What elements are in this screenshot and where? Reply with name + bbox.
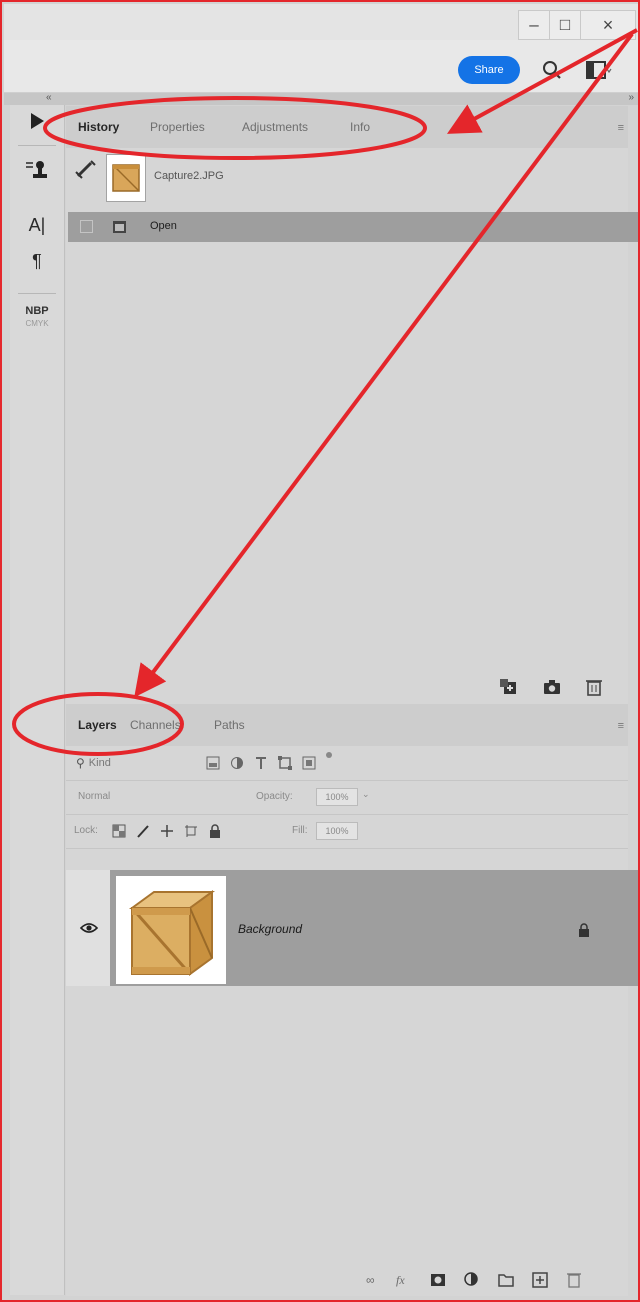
panel-collapse-bar: « »	[4, 92, 638, 105]
layer-style-fx-icon[interactable]: fx	[396, 1272, 405, 1288]
collapse-right-icon[interactable]: »	[628, 92, 634, 103]
history-brush-source-icon[interactable]	[74, 158, 98, 180]
tab-history[interactable]: History	[78, 120, 119, 134]
fill-field[interactable]: 100%	[316, 822, 358, 840]
play-action-icon[interactable]	[10, 111, 64, 131]
panel-menu-icon[interactable]: ≡	[618, 122, 624, 134]
layers-panel: Layers Channels Paths ≡ ⚲ Kind Normal Op…	[66, 704, 638, 1296]
search-icon[interactable]	[542, 60, 562, 80]
share-button[interactable]: Share	[458, 56, 520, 84]
lock-artboard-icon[interactable]	[184, 824, 198, 838]
lock-transparent-pixels-icon[interactable]	[112, 824, 126, 838]
close-button[interactable]: ×	[580, 10, 636, 40]
new-adjustment-layer-icon[interactable]	[464, 1272, 480, 1288]
opacity-label: Opacity:	[256, 791, 293, 802]
clone-stamp-icon[interactable]	[10, 159, 64, 181]
dock-divider	[18, 145, 56, 146]
maximize-button[interactable]: □	[549, 10, 581, 40]
filter-kind-dropdown[interactable]: ⚲ Kind	[76, 752, 172, 774]
camera-snapshot-icon[interactable]	[542, 678, 562, 696]
tab-layers[interactable]: Layers	[78, 718, 117, 732]
new-layer-icon[interactable]	[532, 1272, 548, 1288]
trash-icon[interactable]	[584, 678, 604, 696]
fill-label: Fill:	[292, 825, 308, 836]
history-tab-bar: History Properties Adjustments Info ≡	[66, 106, 628, 148]
tab-channels[interactable]: Channels	[130, 718, 181, 732]
title-bar: – □ ×	[4, 4, 638, 40]
type-filter-icon[interactable]	[254, 756, 268, 770]
search-icon: ⚲	[76, 756, 85, 770]
panel-menu-icon[interactable]: ≡	[618, 720, 624, 732]
collapse-left-icon[interactable]: «	[46, 92, 52, 103]
character-panel-icon[interactable]: A|	[10, 215, 64, 236]
tab-info[interactable]: Info	[350, 120, 370, 134]
filter-toggle-icon[interactable]	[324, 750, 334, 760]
dock-divider	[18, 293, 56, 294]
layers-footer: ∞ fx	[66, 1260, 628, 1296]
layer-name[interactable]: Background	[238, 922, 302, 936]
photoshop-window: – □ × Share « » A| ¶ NBP CMYK History Pr…	[0, 0, 640, 1302]
filter-kind-label: Kind	[88, 757, 111, 769]
snapshot-thumbnail	[106, 154, 146, 202]
pixel-filter-icon[interactable]	[206, 756, 220, 770]
lock-image-pixels-icon[interactable]	[136, 824, 150, 838]
new-group-folder-icon[interactable]	[498, 1272, 514, 1288]
top-toolbar: Share	[4, 40, 638, 93]
layers-tab-bar: Layers Channels Paths ≡	[66, 704, 628, 746]
window-controls: – □ ×	[518, 10, 636, 40]
lock-all-icon[interactable]	[208, 823, 222, 839]
layer-filter-row: ⚲ Kind	[66, 746, 628, 781]
history-footer	[66, 670, 628, 704]
trash-icon[interactable]	[566, 1272, 582, 1288]
history-step-label: Open	[150, 220, 177, 232]
layer-lock-icon[interactable]	[578, 922, 590, 938]
layer-thumbnail	[116, 876, 226, 984]
document-icon	[113, 221, 126, 233]
nbp-plugin-icon[interactable]: NBP	[10, 305, 64, 317]
nbp-cmyk-label: CMYK	[25, 319, 49, 328]
layer-visibility-column	[66, 870, 110, 986]
smart-object-filter-icon[interactable]	[302, 756, 316, 770]
lock-row: Lock: Fill: 100%	[66, 814, 628, 849]
lock-position-icon[interactable]	[160, 824, 174, 838]
lock-label: Lock:	[74, 825, 98, 836]
history-step-row[interactable]: Open	[68, 212, 638, 242]
minimize-button[interactable]: –	[518, 10, 550, 40]
history-snapshot-row[interactable]: Capture2.JPG	[66, 148, 628, 212]
adjustment-filter-icon[interactable]	[230, 756, 244, 770]
chevron-down-icon[interactable]: ⌄	[362, 789, 370, 800]
history-step-toggle[interactable]	[80, 220, 93, 233]
tab-properties[interactable]: Properties	[150, 120, 205, 134]
paragraph-panel-icon[interactable]: ¶	[10, 251, 64, 272]
left-panel-dock: A| ¶ NBP CMYK	[10, 105, 65, 1295]
shape-filter-icon[interactable]	[278, 756, 292, 770]
blend-mode-dropdown[interactable]: Normal	[78, 791, 110, 802]
snapshot-name: Capture2.JPG	[154, 170, 224, 182]
opacity-field[interactable]: 100%	[316, 788, 358, 806]
blend-row: Normal Opacity: 100% ⌄	[66, 780, 628, 815]
link-layers-icon[interactable]: ∞	[366, 1272, 375, 1288]
tab-paths[interactable]: Paths	[214, 718, 245, 732]
eye-visibility-icon[interactable]	[80, 921, 98, 935]
new-document-from-state-icon[interactable]	[498, 678, 518, 696]
workspace-layout-icon[interactable]	[586, 60, 612, 82]
tab-adjustments[interactable]: Adjustments	[242, 120, 308, 134]
add-mask-icon[interactable]	[430, 1272, 446, 1288]
history-panel: History Properties Adjustments Info ≡ Ca…	[66, 106, 638, 704]
